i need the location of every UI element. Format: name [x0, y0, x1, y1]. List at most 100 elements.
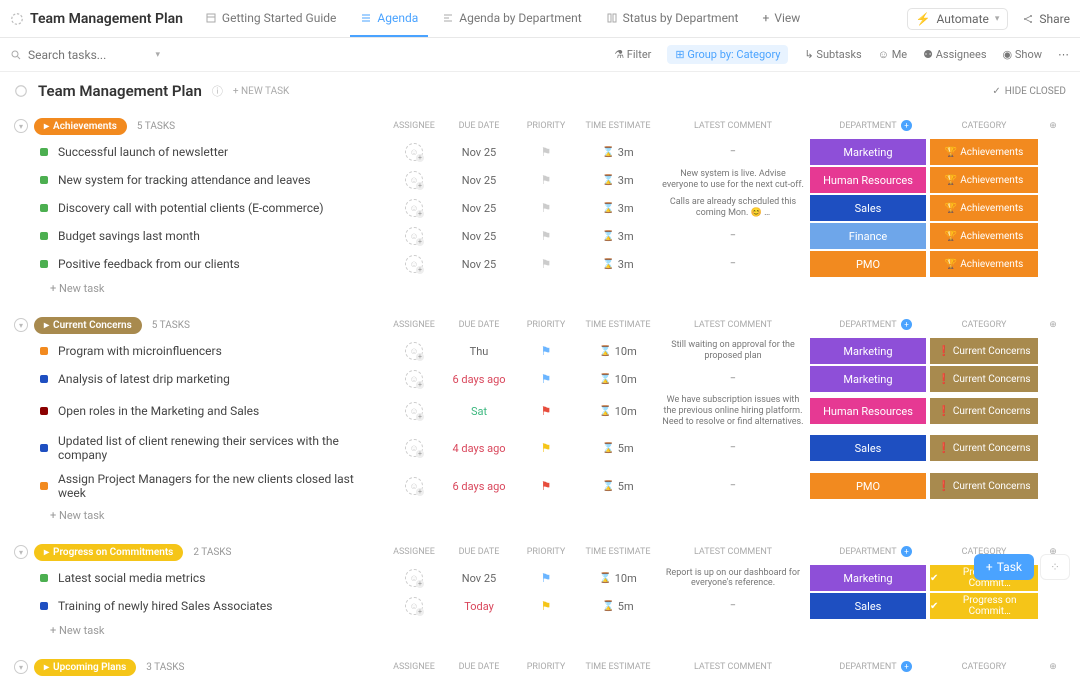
status-dot-icon[interactable]	[40, 260, 48, 268]
time-estimate-cell[interactable]: ⌛5m	[578, 480, 658, 493]
department-cell[interactable]: Marketing	[808, 365, 928, 393]
priority-cell[interactable]: ⚑	[514, 344, 578, 358]
group-by-button[interactable]: ⊞ Group by: Category	[667, 45, 788, 64]
col-priority[interactable]: PRIORITY	[514, 121, 578, 131]
assignee-cell[interactable]: ☺	[384, 370, 444, 388]
latest-comment-cell[interactable]: Still waiting on approval for the propos…	[658, 338, 808, 364]
task-name[interactable]: Assign Project Managers for the new clie…	[58, 467, 384, 505]
search-box[interactable]: ▾	[10, 48, 160, 62]
priority-cell[interactable]: ⚑	[514, 372, 578, 386]
latest-comment-cell[interactable]: Calls are already scheduled this coming …	[658, 195, 808, 221]
tab-agenda-by-department[interactable]: Agenda by Department	[432, 1, 591, 37]
col-department[interactable]: DEPARTMENT+	[808, 121, 928, 131]
col-comment[interactable]: LATEST COMMENT	[658, 121, 808, 131]
task-name[interactable]: Updated list of client renewing their se…	[58, 429, 384, 467]
col-time[interactable]: TIME ESTIMATE	[578, 320, 658, 330]
category-cell[interactable]: ❗Current Concerns	[928, 337, 1040, 365]
col-comment[interactable]: LATEST COMMENT	[658, 547, 808, 557]
time-estimate-cell[interactable]: ⌛5m	[578, 442, 658, 455]
col-time[interactable]: TIME ESTIMATE	[578, 662, 658, 672]
task-name[interactable]: Budget savings last month	[58, 224, 384, 248]
collapse-toggle[interactable]: ▾	[14, 660, 28, 674]
time-estimate-cell[interactable]: ⌛3m	[578, 258, 658, 271]
tab-getting-started-guide[interactable]: Getting Started Guide	[195, 1, 346, 37]
collapse-toggle[interactable]: ▾	[14, 545, 28, 559]
show-button[interactable]: ◉ Show	[1003, 48, 1042, 61]
time-estimate-cell[interactable]: ⌛3m	[578, 202, 658, 215]
group-label[interactable]: ▸Upcoming Plans	[34, 659, 136, 676]
new-task-row[interactable]: + New task	[0, 278, 1080, 299]
group-label[interactable]: ▸Achievements	[34, 118, 127, 135]
due-date-cell[interactable]: Sat	[444, 405, 514, 418]
due-date-cell[interactable]: Nov 25	[444, 258, 514, 271]
assignee-cell[interactable]: ☺	[384, 439, 444, 457]
category-cell[interactable]: ❗Current Concerns	[928, 434, 1040, 462]
latest-comment-cell[interactable]: –	[658, 145, 808, 160]
department-cell[interactable]: Marketing	[808, 138, 928, 166]
col-assignee[interactable]: ASSIGNEE	[384, 547, 444, 557]
status-dot-icon[interactable]	[40, 375, 48, 383]
due-date-cell[interactable]: Nov 25	[444, 230, 514, 243]
task-row[interactable]: Positive feedback from our clients☺Nov 2…	[0, 250, 1080, 278]
new-task-row[interactable]: + New task	[0, 505, 1080, 526]
col-comment[interactable]: LATEST COMMENT	[658, 320, 808, 330]
due-date-cell[interactable]: Nov 25	[444, 146, 514, 159]
col-priority[interactable]: PRIORITY	[514, 320, 578, 330]
more-icon[interactable]: ⋯	[1058, 48, 1070, 61]
time-estimate-cell[interactable]: ⌛3m	[578, 174, 658, 187]
assignee-cell[interactable]: ☺	[384, 597, 444, 615]
task-row[interactable]: Discovery call with potential clients (E…	[0, 194, 1080, 222]
col-priority[interactable]: PRIORITY	[514, 662, 578, 672]
task-name[interactable]: Discovery call with potential clients (E…	[58, 196, 384, 220]
tab-agenda[interactable]: Agenda	[350, 1, 428, 37]
department-cell[interactable]: PMO	[808, 472, 928, 500]
status-dot-icon[interactable]	[40, 148, 48, 156]
col-comment[interactable]: LATEST COMMENT	[658, 662, 808, 672]
department-cell[interactable]: Human Resources	[808, 397, 928, 425]
priority-cell[interactable]: ⚑	[514, 257, 578, 271]
collapse-toggle[interactable]: ▾	[14, 318, 28, 332]
new-task-fab[interactable]: + Task	[974, 554, 1034, 580]
task-name[interactable]: Training of newly hired Sales Associates	[58, 594, 384, 618]
priority-cell[interactable]: ⚑	[514, 441, 578, 455]
col-assignee[interactable]: ASSIGNEE	[384, 121, 444, 131]
latest-comment-cell[interactable]: New system is live. Advise everyone to u…	[658, 167, 808, 193]
status-dot-icon[interactable]	[40, 407, 48, 415]
department-cell[interactable]: Marketing	[808, 337, 928, 365]
col-due[interactable]: DUE DATE	[444, 121, 514, 131]
priority-cell[interactable]: ⚑	[514, 229, 578, 243]
due-date-cell[interactable]: Nov 25	[444, 572, 514, 585]
status-dot-icon[interactable]	[40, 232, 48, 240]
latest-comment-cell[interactable]: –	[658, 257, 808, 272]
col-due[interactable]: DUE DATE	[444, 662, 514, 672]
task-row[interactable]: Training of newly hired Sales Associates…	[0, 592, 1080, 620]
add-column-button[interactable]: ⊕	[1040, 320, 1066, 330]
add-column-button[interactable]: ⊕	[1040, 662, 1066, 672]
task-name[interactable]: Successful launch of newsletter	[58, 140, 384, 164]
time-estimate-cell[interactable]: ⌛10m	[578, 572, 658, 585]
category-cell[interactable]: ✔Progress on Commit…	[928, 592, 1040, 620]
due-date-cell[interactable]: Nov 25	[444, 202, 514, 215]
hide-closed-button[interactable]: ✓ HIDE CLOSED	[992, 86, 1066, 97]
latest-comment-cell[interactable]: –	[658, 372, 808, 387]
assignee-cell[interactable]: ☺	[384, 477, 444, 495]
assignees-button[interactable]: ⚉ Assignees	[923, 48, 986, 61]
latest-comment-cell[interactable]: –	[658, 441, 808, 456]
assignee-cell[interactable]: ☺	[384, 255, 444, 273]
group-label[interactable]: ▸Current Concerns	[34, 317, 142, 334]
col-time[interactable]: TIME ESTIMATE	[578, 121, 658, 131]
me-button[interactable]: ☺ Me	[878, 48, 907, 61]
apps-fab[interactable]: ⁘	[1040, 554, 1070, 580]
priority-cell[interactable]: ⚑	[514, 173, 578, 187]
due-date-cell[interactable]: Nov 25	[444, 174, 514, 187]
assignee-cell[interactable]: ☺	[384, 143, 444, 161]
priority-cell[interactable]: ⚑	[514, 201, 578, 215]
category-cell[interactable]: 🏆Achievements	[928, 222, 1040, 250]
task-row[interactable]: Open roles in the Marketing and Sales☺Sa…	[0, 393, 1080, 429]
status-dot-icon[interactable]	[40, 574, 48, 582]
tab-view[interactable]: +View	[753, 1, 811, 37]
task-row[interactable]: Program with microinfluencers☺Thu⚑⌛10mSt…	[0, 337, 1080, 365]
status-dot-icon[interactable]	[40, 602, 48, 610]
category-cell[interactable]: 🏆Achievements	[928, 250, 1040, 278]
assignee-cell[interactable]: ☺	[384, 227, 444, 245]
